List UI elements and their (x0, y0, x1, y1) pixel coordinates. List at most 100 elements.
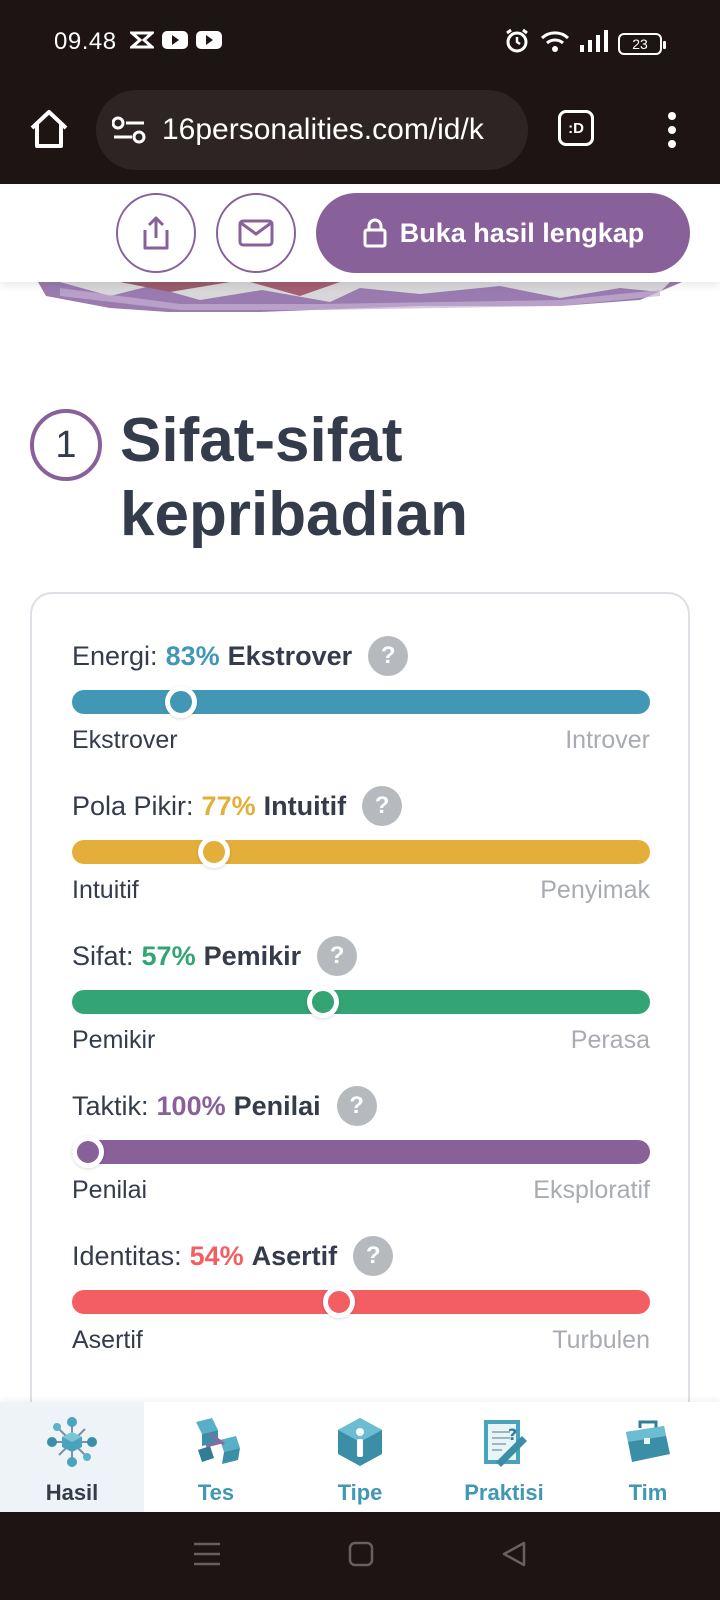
back-triangle-icon (502, 1541, 525, 1566)
wifi-icon (540, 29, 570, 58)
header-illustration (38, 282, 682, 312)
status-system-icons: 23 (504, 28, 666, 59)
trait-bar (72, 1290, 650, 1314)
back-system-button[interactable] (500, 1540, 528, 1573)
trait-result: Penilai (233, 1090, 321, 1121)
trait-left-pole: Ekstrover (72, 726, 178, 754)
status-notification-icons (130, 30, 222, 50)
trait-result: Ekstrover (227, 640, 353, 671)
trait-result: Pemikir (203, 940, 302, 971)
trait-left-pole: Pemikir (72, 1026, 156, 1054)
personality-traits-card: Energi: 83% Ekstrover ? Ekstrover Introv… (30, 592, 690, 1412)
tab-switcher-button[interactable]: :D (558, 110, 594, 146)
address-bar[interactable]: 16personalities.com/id/k (96, 90, 528, 170)
nav-item-tipe[interactable]: Tipe (288, 1402, 432, 1512)
recent-apps-button[interactable] (192, 1541, 222, 1572)
trait-percent: 54% (189, 1240, 244, 1271)
mail-icon (238, 219, 274, 247)
trait-bar (72, 1140, 650, 1164)
help-icon[interactable]: ? (317, 936, 358, 976)
trait-label: Identitas: (72, 1240, 182, 1271)
trait-right-pole: Penyimak (540, 876, 650, 904)
trait-knob (164, 686, 197, 718)
trait-right-pole: Turbulen (552, 1326, 650, 1354)
section-number-badge: 1 (30, 409, 102, 481)
trait-bar (72, 990, 650, 1014)
trait-label: Pola Pikir: (72, 790, 194, 821)
trait-label: Energi: (72, 640, 158, 671)
svg-text:?: ? (508, 1425, 517, 1444)
help-icon[interactable]: ? (353, 1236, 394, 1276)
help-icon[interactable]: ? (362, 786, 403, 826)
results-molecule-icon (47, 1417, 97, 1467)
alarm-icon (504, 28, 530, 59)
home-button[interactable] (26, 106, 72, 152)
trait-bar (72, 690, 650, 714)
trait-label: Taktik: (72, 1090, 149, 1121)
nav-label: Tim (628, 1480, 668, 1505)
browser-toolbar: 16personalities.com/id/k :D (0, 82, 720, 184)
status-bar: 09.48 23 (0, 0, 720, 82)
trait-right-pole: Perasa (570, 1026, 650, 1054)
url-text: 16personalities.com/id/k (162, 113, 484, 146)
nav-label: Tipe (337, 1480, 383, 1505)
trait-percent: 83% (165, 640, 220, 671)
info-badge-icon (338, 1418, 382, 1466)
help-icon[interactable]: ? (336, 1086, 377, 1126)
browser-menu-button[interactable] (658, 110, 686, 150)
notepad-pencil-icon: ? (484, 1420, 527, 1467)
unlock-button-label: Buka hasil lengkap (399, 217, 645, 248)
trait-result: Asertif (251, 1240, 338, 1271)
result-action-bar: Buka hasil lengkap (0, 186, 720, 282)
youtube-notification-icon (162, 30, 188, 50)
trait-right-pole: Introver (565, 726, 650, 754)
trait-right-pole: Eksploratif (533, 1176, 650, 1204)
nav-label: Hasil (45, 1480, 99, 1505)
home-icon (30, 110, 68, 148)
trait-identity: Identitas: 54% Asertif ? Asertif Turbule… (72, 1234, 650, 1364)
youtube-notification-icon (196, 30, 222, 50)
test-cubes-icon (196, 1418, 240, 1464)
bottom-navigation: Hasil Tes Tipe ? Praktisi Tim (0, 1402, 720, 1512)
trait-header: Energi: 83% Ekstrover ? (72, 634, 409, 678)
trait-label: Sifat: (72, 940, 134, 971)
nav-item-tes[interactable]: Tes (144, 1402, 288, 1512)
more-vertical-icon (668, 112, 676, 148)
status-time: 09.48 (54, 28, 117, 55)
trait-nature: Sifat: 57% Pemikir ? Pemikir Perasa (72, 934, 650, 1064)
system-navigation-bar (0, 1512, 720, 1600)
trait-left-pole: Penilai (72, 1176, 148, 1204)
help-icon[interactable]: ? (368, 636, 409, 676)
trait-knob (72, 1136, 104, 1168)
trait-mind: Pola Pikir: 77% Intuitif ? Intuitif Peny… (72, 784, 650, 914)
trait-percent: 57% (141, 940, 196, 971)
share-button[interactable] (116, 193, 196, 273)
trait-knob (323, 1286, 356, 1318)
trait-bar (72, 840, 650, 864)
menu-lines-icon (194, 1542, 221, 1565)
trait-percent: 100% (156, 1090, 226, 1121)
site-settings-icon[interactable] (112, 115, 146, 145)
unlock-full-results-button[interactable]: Buka hasil lengkap (316, 193, 690, 273)
nav-item-tim[interactable]: Tim (576, 1402, 720, 1512)
nav-label: Tes (197, 1480, 235, 1505)
email-button[interactable] (216, 193, 296, 273)
nav-item-praktisi[interactable]: ? Praktisi (432, 1402, 576, 1512)
trait-header: Taktik: 100% Penilai ? (72, 1084, 377, 1128)
trait-knob (306, 986, 339, 1018)
trait-left-pole: Asertif (72, 1326, 143, 1354)
trait-knob (197, 836, 230, 868)
trait-tactics: Taktik: 100% Penilai ? Penilai Eksplorat… (72, 1084, 650, 1214)
trait-header: Identitas: 54% Asertif ? (72, 1234, 394, 1278)
trait-result: Intuitif (263, 790, 347, 821)
lock-icon (363, 218, 387, 248)
capcut-notification-icon (130, 30, 154, 50)
home-system-button[interactable] (347, 1540, 375, 1573)
briefcase-icon (626, 1420, 670, 1462)
trait-header: Sifat: 57% Pemikir ? (72, 934, 358, 978)
trait-left-pole: Intuitif (72, 876, 139, 904)
trait-header: Pola Pikir: 77% Intuitif ? (72, 784, 403, 828)
square-home-icon (348, 1541, 374, 1566)
nav-item-hasil[interactable]: Hasil (0, 1402, 144, 1512)
section-title: Sifat-sifat kepribadian (120, 406, 468, 549)
